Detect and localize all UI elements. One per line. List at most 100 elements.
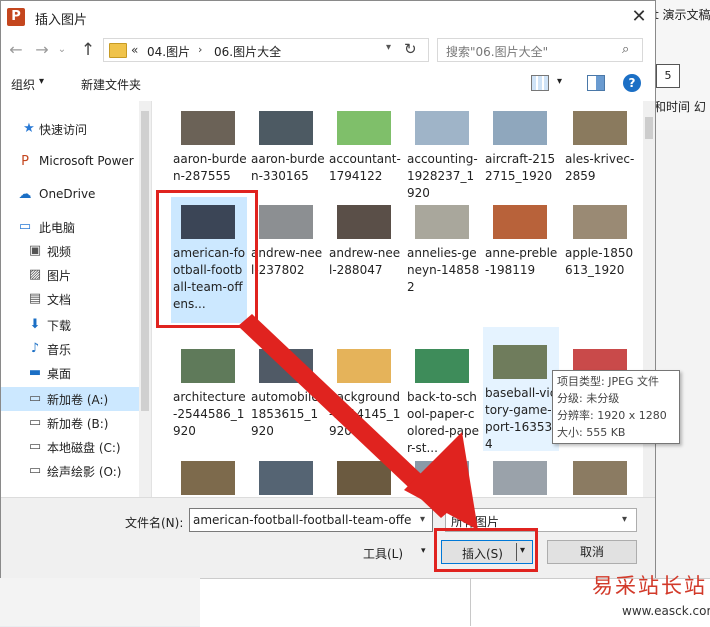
- file-item[interactable]: annelies-geneyn-148582: [405, 197, 481, 297]
- sidebar-item-icon: ⬇: [29, 317, 41, 332]
- chevron-down-icon[interactable]: ▾: [557, 76, 562, 87]
- sidebar-item-icon: ▬: [28, 365, 42, 380]
- sidebar-item[interactable]: ▭ 此电脑: [1, 215, 151, 239]
- breadcrumb-item[interactable]: 04.图片: [147, 43, 190, 60]
- chevron-down-icon[interactable]: ▾: [420, 514, 425, 525]
- file-thumbnail: [259, 205, 313, 239]
- sidebar-item-label: 此电脑: [39, 221, 76, 235]
- file-item[interactable]: andrew-neel-237802: [249, 197, 325, 297]
- recent-locations-icon[interactable]: ⌄: [55, 39, 69, 61]
- watermark-url: www.easck.com: [622, 604, 710, 618]
- file-item[interactable]: [405, 453, 481, 497]
- file-item[interactable]: aircraft-2152715_1920: [483, 103, 559, 203]
- chevron-down-icon[interactable]: ▾: [386, 42, 391, 53]
- folder-icon: [109, 43, 127, 58]
- file-item[interactable]: andrew-neel-288047: [327, 197, 403, 297]
- file-item[interactable]: back-to-school-paper-colored-paper-st...: [405, 341, 481, 455]
- file-item[interactable]: aaron-burden-287555: [171, 103, 247, 203]
- sidebar-item[interactable]: ▭ 本地磁盘 (C:): [1, 435, 151, 459]
- file-thumbnail: [573, 205, 627, 239]
- sidebar-item[interactable]: ♪ 音乐: [1, 337, 151, 361]
- sidebar-item-label: 快速访问: [39, 123, 88, 137]
- address-bar[interactable]: « 04.图片 › 06.图片大全 › ▾ ↻: [103, 38, 429, 62]
- file-thumbnail: [259, 349, 313, 383]
- file-name: accounting-1928237_1920: [407, 152, 478, 200]
- sidebar-item[interactable]: ▭ 新加卷 (A:): [1, 387, 151, 411]
- search-input[interactable]: 搜索"06.图片大全" ⌕: [437, 38, 643, 62]
- refresh-icon[interactable]: ↻: [404, 40, 417, 58]
- file-item[interactable]: architecture-2544586_1920: [171, 341, 247, 441]
- file-thumbnail: [573, 111, 627, 145]
- sidebar-item-icon: ☁: [18, 187, 32, 202]
- file-item[interactable]: [171, 453, 247, 497]
- sidebar-item-icon: ▭: [28, 391, 42, 406]
- file-item[interactable]: [249, 453, 325, 497]
- file-name: aircraft-2152715_1920: [485, 152, 556, 183]
- organize-button[interactable]: 组织: [11, 76, 35, 93]
- file-item[interactable]: [327, 453, 403, 497]
- file-item[interactable]: background-1614145_1920: [327, 341, 403, 441]
- sidebar-item-icon: ♪: [30, 341, 40, 356]
- file-item[interactable]: [563, 453, 639, 497]
- file-item[interactable]: ales-krivec-2859: [563, 103, 639, 203]
- file-name: automobile-1853615_1920: [251, 390, 324, 438]
- file-thumbnail: [181, 349, 235, 383]
- breadcrumb-overflow[interactable]: «: [131, 43, 138, 57]
- up-arrow-icon[interactable]: ↑: [77, 39, 99, 61]
- filename-value[interactable]: american-football-football-team-offe: [193, 513, 411, 527]
- sidebar-item[interactable]: ▨ 图片: [1, 263, 151, 287]
- sidebar-item-label: 下载: [47, 319, 72, 333]
- chevron-down-icon[interactable]: ▾: [421, 546, 426, 556]
- sidebar-item-label: 视频: [47, 245, 72, 259]
- file-item[interactable]: anne-preble-198119: [483, 197, 559, 297]
- chevron-right-icon[interactable]: ›: [198, 43, 202, 56]
- sidebar-item[interactable]: ☁ OneDrive: [1, 183, 151, 207]
- file-thumbnail: [415, 461, 469, 495]
- file-item[interactable]: accountant-1794122: [327, 103, 403, 203]
- sidebar-item[interactable]: ▭ 新加卷 (B:): [1, 411, 151, 435]
- file-thumbnail: [415, 111, 469, 145]
- file-name: anne-preble-198119: [485, 246, 558, 277]
- change-view-icon[interactable]: [531, 75, 549, 91]
- annotation-box-insert: [434, 528, 538, 572]
- sidebar-item[interactable]: ▣ 视频: [1, 239, 151, 263]
- forward-arrow-icon[interactable]: →: [31, 39, 53, 61]
- sidebar-item[interactable]: ▭ 绘声绘影 (O:): [1, 459, 151, 483]
- sidebar-item-icon: ▭: [28, 463, 42, 478]
- chevron-down-icon[interactable]: ▾: [622, 514, 627, 525]
- sidebar-item[interactable]: ★ 快速访问: [1, 117, 151, 141]
- annotation-box-selected-file: [156, 190, 258, 328]
- new-folder-button[interactable]: 新建文件夹: [81, 76, 141, 93]
- preview-pane-icon[interactable]: [587, 75, 605, 91]
- breadcrumb-item[interactable]: 06.图片大全: [214, 43, 281, 60]
- file-item[interactable]: automobile-1853615_1920: [249, 341, 325, 441]
- back-arrow-icon[interactable]: ←: [5, 39, 27, 61]
- file-thumbnail: [337, 349, 391, 383]
- cancel-button[interactable]: 取消: [547, 540, 637, 564]
- tooltip-size: 大小: 555 KB: [557, 426, 626, 439]
- file-name: back-to-school-paper-colored-paper-st...: [407, 390, 479, 455]
- sidebar-item[interactable]: ▤ 文档: [1, 287, 151, 311]
- file-item[interactable]: apple-1850613_1920: [563, 197, 639, 297]
- file-item[interactable]: baseball-victory-game-sport-163534: [483, 327, 559, 451]
- sidebar-item[interactable]: P Microsoft Power: [1, 150, 151, 174]
- sidebar-item[interactable]: ▬ 桌面: [1, 361, 151, 385]
- sidebar-item-icon: ▭: [18, 219, 32, 234]
- file-thumbnail: [181, 111, 235, 145]
- command-bar: 组织 ▾ 新建文件夹 ▾ ?: [1, 67, 655, 101]
- filename-field[interactable]: american-football-football-team-offe ▾: [189, 508, 433, 532]
- chevron-down-icon[interactable]: ▾: [39, 76, 44, 87]
- file-item[interactable]: [483, 453, 559, 497]
- help-icon[interactable]: ?: [623, 74, 641, 92]
- file-name: baseball-victory-game-sport-163534: [485, 386, 558, 451]
- sidebar-item[interactable]: ⬇ 下载: [1, 313, 151, 337]
- search-icon[interactable]: ⌕: [622, 42, 629, 57]
- scrollbar-thumb[interactable]: [141, 111, 149, 411]
- chevron-right-icon[interactable]: ›: [276, 43, 280, 56]
- search-placeholder: 搜索"06.图片大全": [446, 45, 549, 59]
- tools-button[interactable]: 工具(L): [363, 545, 403, 562]
- file-item[interactable]: accounting-1928237_1920: [405, 103, 481, 203]
- close-button[interactable]: ✕: [627, 5, 651, 29]
- file-item[interactable]: aaron-burden-330165: [249, 103, 325, 203]
- scrollbar-thumb[interactable]: [645, 117, 653, 139]
